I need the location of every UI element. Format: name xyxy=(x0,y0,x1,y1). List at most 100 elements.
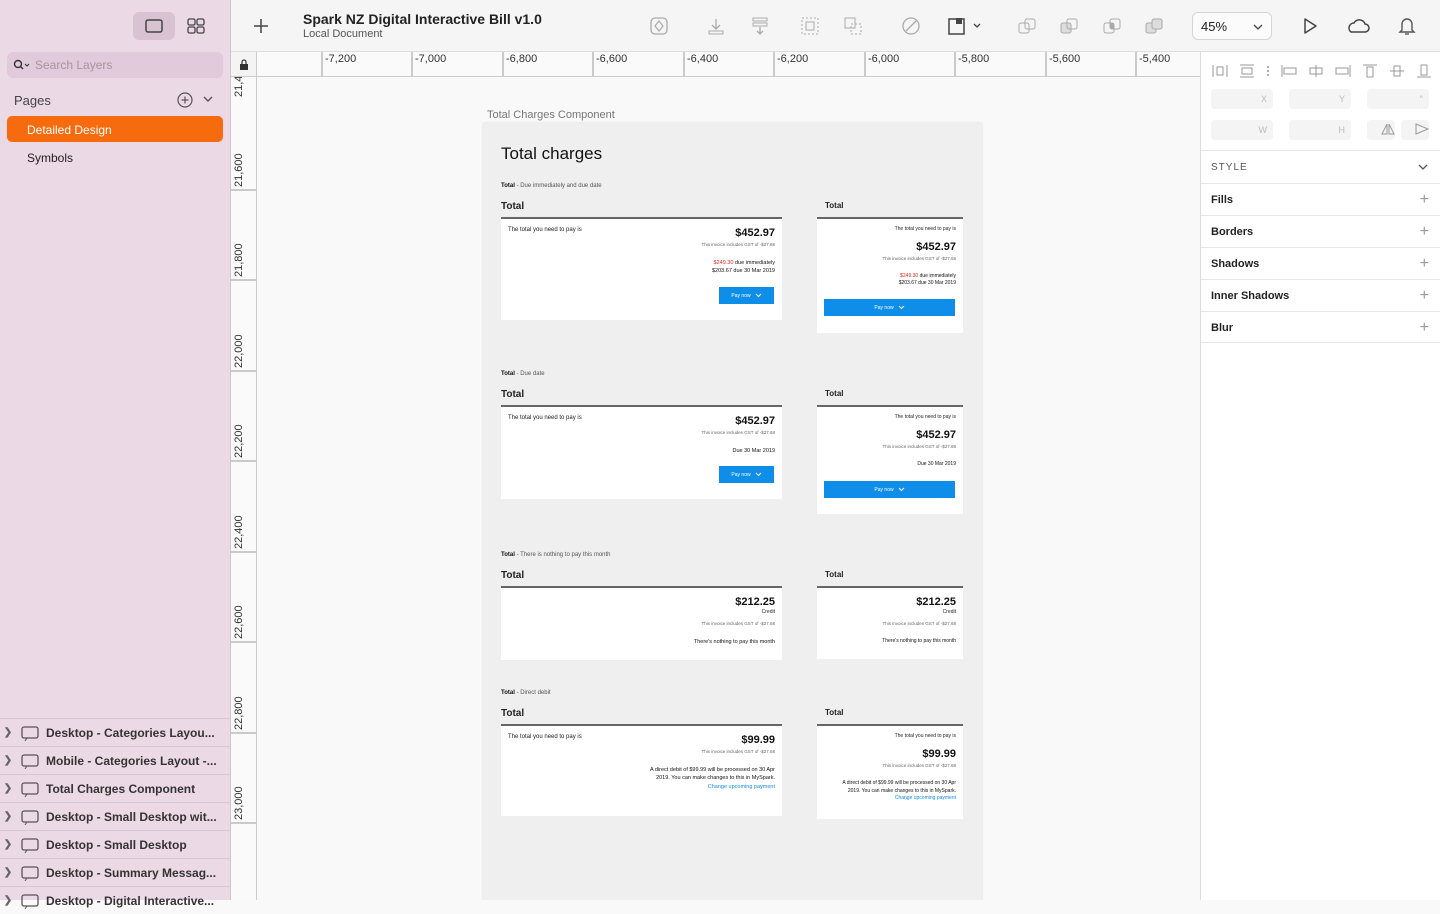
pay-now-button[interactable]: Pay now xyxy=(824,481,955,498)
chevron-right-icon[interactable]: ❯ xyxy=(0,727,16,738)
chevron-right-icon[interactable]: ❯ xyxy=(0,839,16,850)
subtract-button[interactable] xyxy=(1058,16,1080,36)
plus-icon[interactable]: + xyxy=(1420,223,1429,241)
layer-item[interactable]: ❯ Desktop - Small Desktop xyxy=(0,830,231,858)
borders-row[interactable]: Borders + xyxy=(1201,215,1440,247)
grid-view-button[interactable] xyxy=(175,12,217,40)
zoom-select[interactable]: 45% xyxy=(1192,12,1272,40)
horizontal-ruler[interactable]: -7,200 -7,000 -6,800 -6,600 -6,400 -6,20… xyxy=(257,52,1200,77)
group-icon xyxy=(801,17,819,35)
difference-icon xyxy=(1145,18,1163,34)
align-top-icon[interactable] xyxy=(1361,64,1379,78)
amount: $99.99 xyxy=(922,748,956,760)
canvas[interactable]: Total Charges Component Total charges To… xyxy=(257,77,1200,900)
align-left-icon[interactable] xyxy=(1280,64,1298,78)
gst-note: This invoice includes GST of -$27.68 xyxy=(882,444,956,449)
direct-debit-text: A direct debit of $99.99 will be process… xyxy=(842,780,956,801)
add-page-icon[interactable] xyxy=(177,92,193,108)
chevron-right-icon[interactable]: ❯ xyxy=(0,783,16,794)
fills-row[interactable]: Fills + xyxy=(1201,183,1440,215)
align-middle-icon[interactable] xyxy=(1388,64,1406,78)
x-field[interactable]: X xyxy=(1211,89,1273,109)
chevron-right-icon[interactable]: ❯ xyxy=(0,895,16,906)
width-field[interactable]: W xyxy=(1211,120,1273,140)
chevron-down-icon[interactable] xyxy=(202,93,214,105)
total-heading: Total xyxy=(501,389,525,400)
cloud-button[interactable] xyxy=(1345,16,1371,36)
total-card-mobile: $212.25 Credit This invoice includes GST… xyxy=(817,586,963,659)
plus-icon[interactable]: + xyxy=(1420,319,1429,337)
backward-button[interactable] xyxy=(749,16,771,36)
layer-item[interactable]: ❯ Desktop - Categories Layou... xyxy=(0,718,231,746)
chevron-down-icon[interactable] xyxy=(1418,163,1428,171)
pay-now-button[interactable]: Pay now xyxy=(719,287,774,304)
more-icon[interactable] xyxy=(1265,64,1271,78)
total-card-desktop: The total you need to pay is $452.97 Thi… xyxy=(501,217,782,320)
change-payment-link[interactable]: Change upcoming payment xyxy=(895,795,956,801)
union-icon xyxy=(1018,18,1036,34)
plus-icon[interactable]: + xyxy=(1420,191,1429,209)
ruler-label: -6,000 xyxy=(868,53,900,65)
ungroup-button[interactable] xyxy=(842,16,864,36)
difference-button[interactable] xyxy=(1143,16,1165,36)
search-layers-input[interactable]: Search Layers xyxy=(7,52,223,78)
ruler-label: -5,600 xyxy=(1049,53,1081,65)
chevron-right-icon[interactable]: ❯ xyxy=(0,867,16,878)
edit-button[interactable] xyxy=(900,16,922,36)
total-heading-mobile: Total xyxy=(825,389,844,398)
layer-item[interactable]: ❯ Desktop - Summary Messag... xyxy=(0,858,231,886)
ruler-label: 22,000 xyxy=(233,334,245,368)
intersect-button[interactable] xyxy=(1101,16,1123,36)
distribute-vertical-icon[interactable] xyxy=(1238,64,1256,78)
amount: $212.25 xyxy=(735,596,775,608)
flip-horizontal-button[interactable] xyxy=(1367,120,1395,140)
chevron-right-icon[interactable]: ❯ xyxy=(0,811,16,822)
inner-shadows-row[interactable]: Inner Shadows + xyxy=(1201,279,1440,311)
preview-button[interactable] xyxy=(1299,16,1321,36)
chevron-down-icon xyxy=(898,305,904,310)
layer-item[interactable]: ❯ Mobile - Categories Layout -... xyxy=(0,746,231,774)
pay-now-button[interactable]: Pay now xyxy=(824,299,955,316)
plus-icon[interactable]: + xyxy=(1420,287,1429,305)
forward-button[interactable] xyxy=(705,16,727,36)
layer-item[interactable]: ❯ Desktop - Small Desktop wit... xyxy=(0,802,231,830)
shadows-row[interactable]: Shadows + xyxy=(1201,247,1440,279)
total-heading: Total xyxy=(501,201,525,212)
chevron-down-icon xyxy=(755,293,761,298)
lock-icon[interactable] xyxy=(239,59,249,70)
flip-vertical-button[interactable] xyxy=(1401,120,1430,140)
rotation-field[interactable]: ° xyxy=(1367,89,1429,109)
transform-icon xyxy=(948,18,981,35)
y-field[interactable]: Y xyxy=(1289,89,1351,109)
layers-sidebar: Search Layers Pages Detailed Design Symb… xyxy=(0,0,231,909)
layer-item[interactable]: ❯ Total Charges Component xyxy=(0,774,231,802)
plus-icon[interactable]: + xyxy=(1420,255,1429,273)
change-payment-link[interactable]: Change upcoming payment xyxy=(708,784,775,790)
notifications-button[interactable] xyxy=(1396,16,1418,36)
total-card-desktop: The total you need to pay is $452.97 Thi… xyxy=(501,405,782,499)
ungroup-icon xyxy=(844,17,862,35)
chevron-right-icon[interactable]: ❯ xyxy=(0,755,16,766)
union-button[interactable] xyxy=(1016,16,1038,36)
distribute-horizontal-icon[interactable] xyxy=(1211,64,1229,78)
canvas-view-button[interactable] xyxy=(133,12,175,40)
vertical-ruler[interactable]: 21,4 21,600 21,800 22,000 22,200 22,400 … xyxy=(231,77,257,900)
layer-item[interactable]: ❯ Desktop - Digital Interactive... xyxy=(0,886,231,914)
transform-button[interactable] xyxy=(947,16,987,36)
blur-row[interactable]: Blur + xyxy=(1201,311,1440,343)
insert-button[interactable] xyxy=(253,16,275,36)
pay-now-button[interactable]: Pay now xyxy=(719,466,774,483)
layer-label: Desktop - Categories Layou... xyxy=(46,725,215,740)
create-symbol-button[interactable] xyxy=(648,16,670,36)
align-center-horizontal-icon[interactable] xyxy=(1307,64,1325,78)
artboard[interactable]: Total charges Total - Due immediately an… xyxy=(483,123,982,900)
align-bottom-icon[interactable] xyxy=(1415,64,1433,78)
total-heading: Total xyxy=(501,708,525,719)
page-item-detailed-design[interactable]: Detailed Design xyxy=(7,116,223,142)
group-button[interactable] xyxy=(799,16,821,36)
align-right-icon[interactable] xyxy=(1334,64,1352,78)
layer-label: Mobile - Categories Layout -... xyxy=(46,753,217,768)
artboard-label[interactable]: Total Charges Component xyxy=(487,109,615,121)
height-field[interactable]: H xyxy=(1289,120,1351,140)
page-item-symbols[interactable]: Symbols xyxy=(7,144,223,170)
